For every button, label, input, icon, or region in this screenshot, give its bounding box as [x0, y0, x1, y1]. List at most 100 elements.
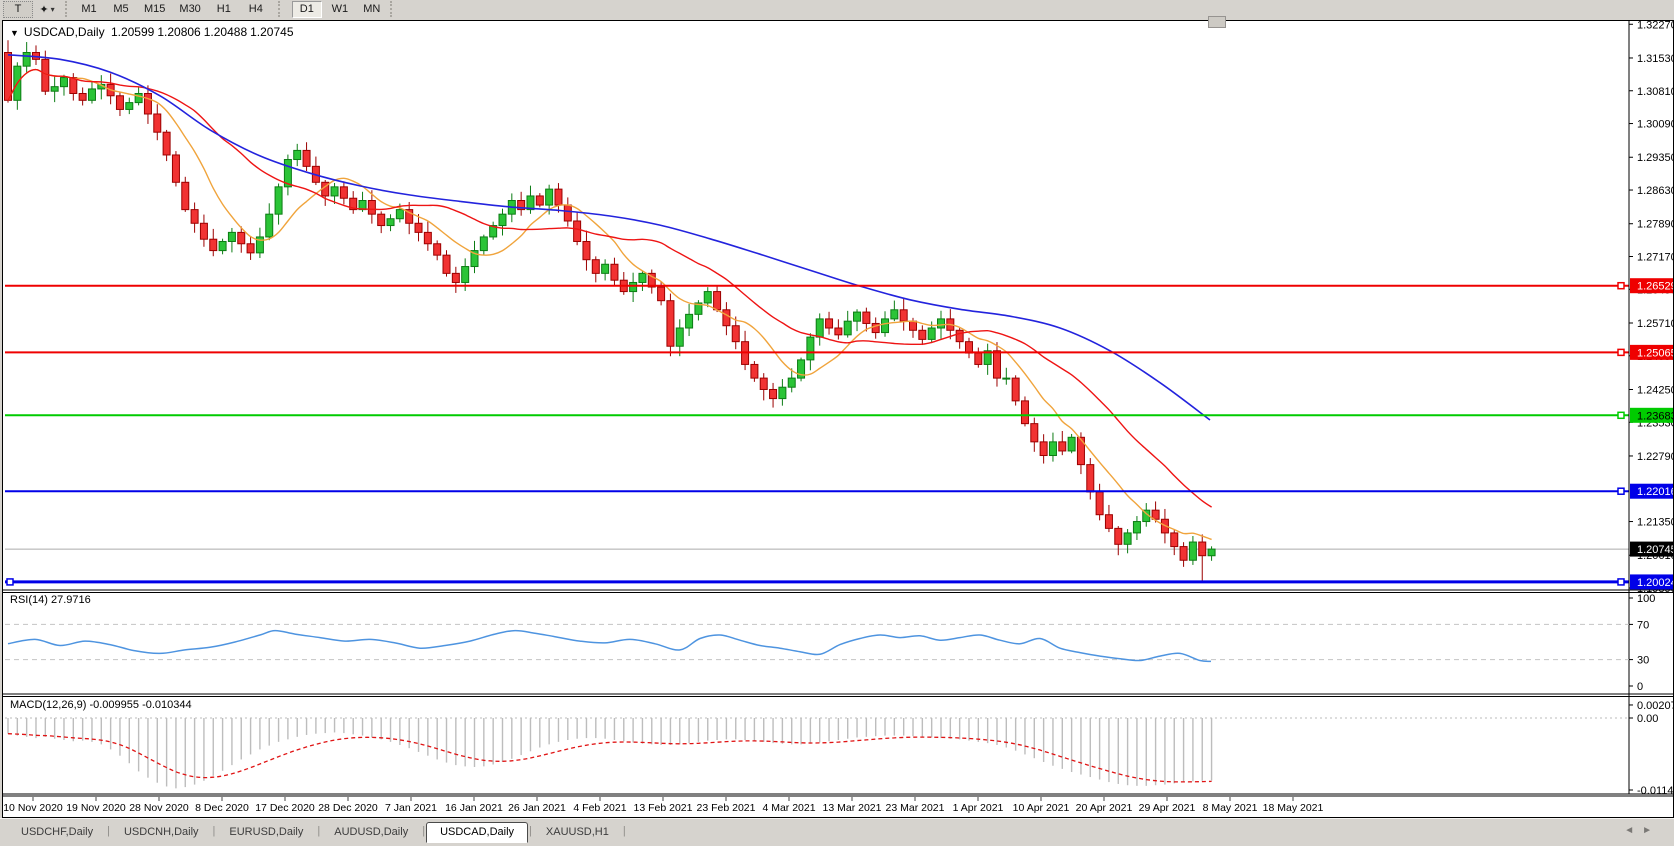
- chart-tabs: USDCHF,Daily|USDCNH,Daily|EURUSD,Daily|A…: [0, 819, 1674, 842]
- scrollbar-stub[interactable]: [1208, 16, 1226, 28]
- timeframe-button-m30[interactable]: M30: [174, 2, 205, 17]
- date-label: 23 Mar 2021: [886, 802, 945, 814]
- svg-text:1.21350: 1.21350: [1637, 517, 1673, 529]
- svg-text:1.20745: 1.20745: [1637, 544, 1673, 556]
- timeframe-button-d1[interactable]: D1: [292, 1, 322, 18]
- mt4-application: { "toolbar":{ "text_tool":"T", "draw_ico…: [0, 0, 1674, 846]
- ohlc-close: 1.20745: [250, 25, 293, 39]
- ma-blue-line[interactable]: [8, 55, 1210, 420]
- date-label: 10 Nov 2020: [3, 802, 63, 814]
- tab-divider: |: [622, 825, 627, 837]
- date-label: 7 Jan 2021: [385, 802, 437, 814]
- current-price-label: 1.20745: [1630, 542, 1673, 557]
- macd-pane: 0.0020740.00-0.011462: [5, 700, 1673, 797]
- svg-text:1.31530: 1.31530: [1637, 53, 1673, 65]
- date-label: 13 Feb 2021: [634, 802, 693, 814]
- candlesticks: [5, 40, 1216, 581]
- horizontal-line-1.22016[interactable]: 1.22016: [5, 484, 1673, 499]
- horizontal-line-1.20024[interactable]: 1.20024: [5, 574, 1673, 589]
- svg-text:1.22016: 1.22016: [1637, 486, 1673, 498]
- svg-text:100: 100: [1637, 593, 1655, 605]
- ohlc-open: 1.20599: [111, 25, 154, 39]
- date-label: 20 Apr 2021: [1076, 802, 1133, 814]
- ohlc-low: 1.20488: [204, 25, 247, 39]
- svg-text:1.25710: 1.25710: [1637, 318, 1673, 330]
- date-label: 1 Apr 2021: [953, 802, 1004, 814]
- date-label: 18 May 2021: [1263, 802, 1324, 814]
- toolbar: T ✦ ▾ M1 M5 M15 M30 H1 H4 D1 W1 MN: [0, 0, 1674, 18]
- pane-separators[interactable]: [3, 590, 1673, 796]
- macd-signal-line: [8, 734, 1212, 782]
- date-axis[interactable]: 10 Nov 202019 Nov 202028 Nov 2020 8 Dec 2…: [3, 797, 1323, 814]
- toolbar-separator: [65, 1, 70, 17]
- date-label: 19 Nov 2020: [66, 802, 126, 814]
- svg-text:0.00: 0.00: [1637, 713, 1658, 725]
- svg-text:70: 70: [1637, 619, 1649, 631]
- date-label: 23 Feb 2021: [697, 802, 756, 814]
- rsi-indicator-label: RSI(14) 27.9716: [10, 594, 91, 606]
- toolbar-separator: [390, 1, 395, 17]
- timeframe-button-m1[interactable]: M1: [75, 2, 103, 17]
- tab-usdchf-daily[interactable]: USDCHF,Daily: [8, 823, 106, 842]
- horizontal-line-1.23683[interactable]: 1.23683: [5, 408, 1673, 423]
- chart-tab-bar: USDCHF,Daily|USDCNH,Daily|EURUSD,Daily|A…: [0, 818, 1674, 846]
- date-label: 28 Nov 2020: [129, 802, 189, 814]
- tab-scroll-left-icon[interactable]: ◄: [1624, 825, 1642, 836]
- timeframe-button-h1[interactable]: H1: [210, 2, 238, 17]
- tab-audusd-daily[interactable]: AUDUSD,Daily: [321, 823, 421, 842]
- tab-eurusd-daily[interactable]: EURUSD,Daily: [216, 823, 316, 842]
- date-label: 13 Mar 2021: [823, 802, 882, 814]
- svg-text:1.24250: 1.24250: [1637, 384, 1673, 396]
- chart-symbol: USDCAD,Daily: [24, 25, 105, 39]
- rsi-pane: 100 70 30 0: [5, 593, 1655, 693]
- horizontal-line-1.26529[interactable]: 1.26529: [5, 278, 1673, 293]
- tab-usdcad-daily[interactable]: USDCAD,Daily: [426, 822, 528, 843]
- ohlc-high: 1.20806: [157, 25, 200, 39]
- tab-scroll-right-icon[interactable]: ►: [1642, 825, 1660, 836]
- tab-usdcnh-daily[interactable]: USDCNH,Daily: [111, 823, 212, 842]
- date-label: 29 Apr 2021: [1139, 802, 1196, 814]
- ma-orange-line[interactable]: [8, 70, 1212, 540]
- svg-text:1.28630: 1.28630: [1637, 185, 1673, 197]
- svg-text:1.27170: 1.27170: [1637, 252, 1673, 264]
- svg-text:0: 0: [1637, 681, 1643, 693]
- date-label: 4 Mar 2021: [762, 802, 815, 814]
- timeframe-button-group: M1 M5 M15 M30 H1 H4 D1 W1 MN: [75, 1, 386, 18]
- svg-text:1.27890: 1.27890: [1637, 219, 1673, 231]
- timeframe-button-m15[interactable]: M15: [139, 2, 170, 17]
- rsi-line: [8, 631, 1211, 662]
- svg-text:1.29350: 1.29350: [1637, 152, 1673, 164]
- date-label: 4 Feb 2021: [573, 802, 626, 814]
- draw-tool-icon: ✦: [39, 3, 48, 16]
- timeframe-button-m5[interactable]: M5: [107, 2, 135, 17]
- chart-canvas[interactable]: 1.322701.315301.308101.300901.293501.286…: [3, 21, 1673, 817]
- svg-text:-0.011462: -0.011462: [1637, 785, 1673, 797]
- price-axis-ticks: 1.322701.315301.308101.300901.293501.286…: [1629, 21, 1673, 595]
- chart-menu-icon[interactable]: ▼: [10, 28, 19, 38]
- chevron-down-icon: ▾: [51, 5, 55, 14]
- horizontal-line-1.25065[interactable]: 1.25065: [5, 345, 1673, 360]
- macd-indicator-label: MACD(12,26,9) -0.009955 -0.010344: [10, 699, 192, 711]
- svg-text:1.26529: 1.26529: [1637, 281, 1673, 293]
- date-label: 26 Jan 2021: [508, 802, 566, 814]
- svg-text:1.30810: 1.30810: [1637, 86, 1673, 98]
- date-label: 8 May 2021: [1203, 802, 1258, 814]
- tab-xauusd-h1[interactable]: XAUUSD,H1: [533, 823, 622, 842]
- svg-text:1.22790: 1.22790: [1637, 451, 1673, 463]
- toolbar-separator: [278, 1, 283, 17]
- date-label: 28 Dec 2020: [318, 802, 378, 814]
- tab-scroll-arrows[interactable]: ◄►: [1624, 825, 1660, 836]
- text-tool-button[interactable]: T: [3, 1, 33, 18]
- timeframe-button-w1[interactable]: W1: [326, 2, 354, 17]
- svg-text:1.25065: 1.25065: [1637, 347, 1673, 359]
- timeframe-button-h4[interactable]: H4: [242, 2, 270, 17]
- draw-tool-button[interactable]: ✦ ▾: [33, 2, 61, 17]
- timeframe-button-mn[interactable]: MN: [358, 2, 386, 17]
- svg-text:1.23683: 1.23683: [1637, 410, 1673, 422]
- date-label: 8 Dec 2020: [195, 802, 249, 814]
- svg-text:1.32270: 1.32270: [1637, 21, 1673, 31]
- svg-text:1.20024: 1.20024: [1637, 577, 1673, 589]
- date-label: 16 Jan 2021: [445, 802, 503, 814]
- date-label: 17 Dec 2020: [255, 802, 315, 814]
- svg-text:30: 30: [1637, 655, 1649, 667]
